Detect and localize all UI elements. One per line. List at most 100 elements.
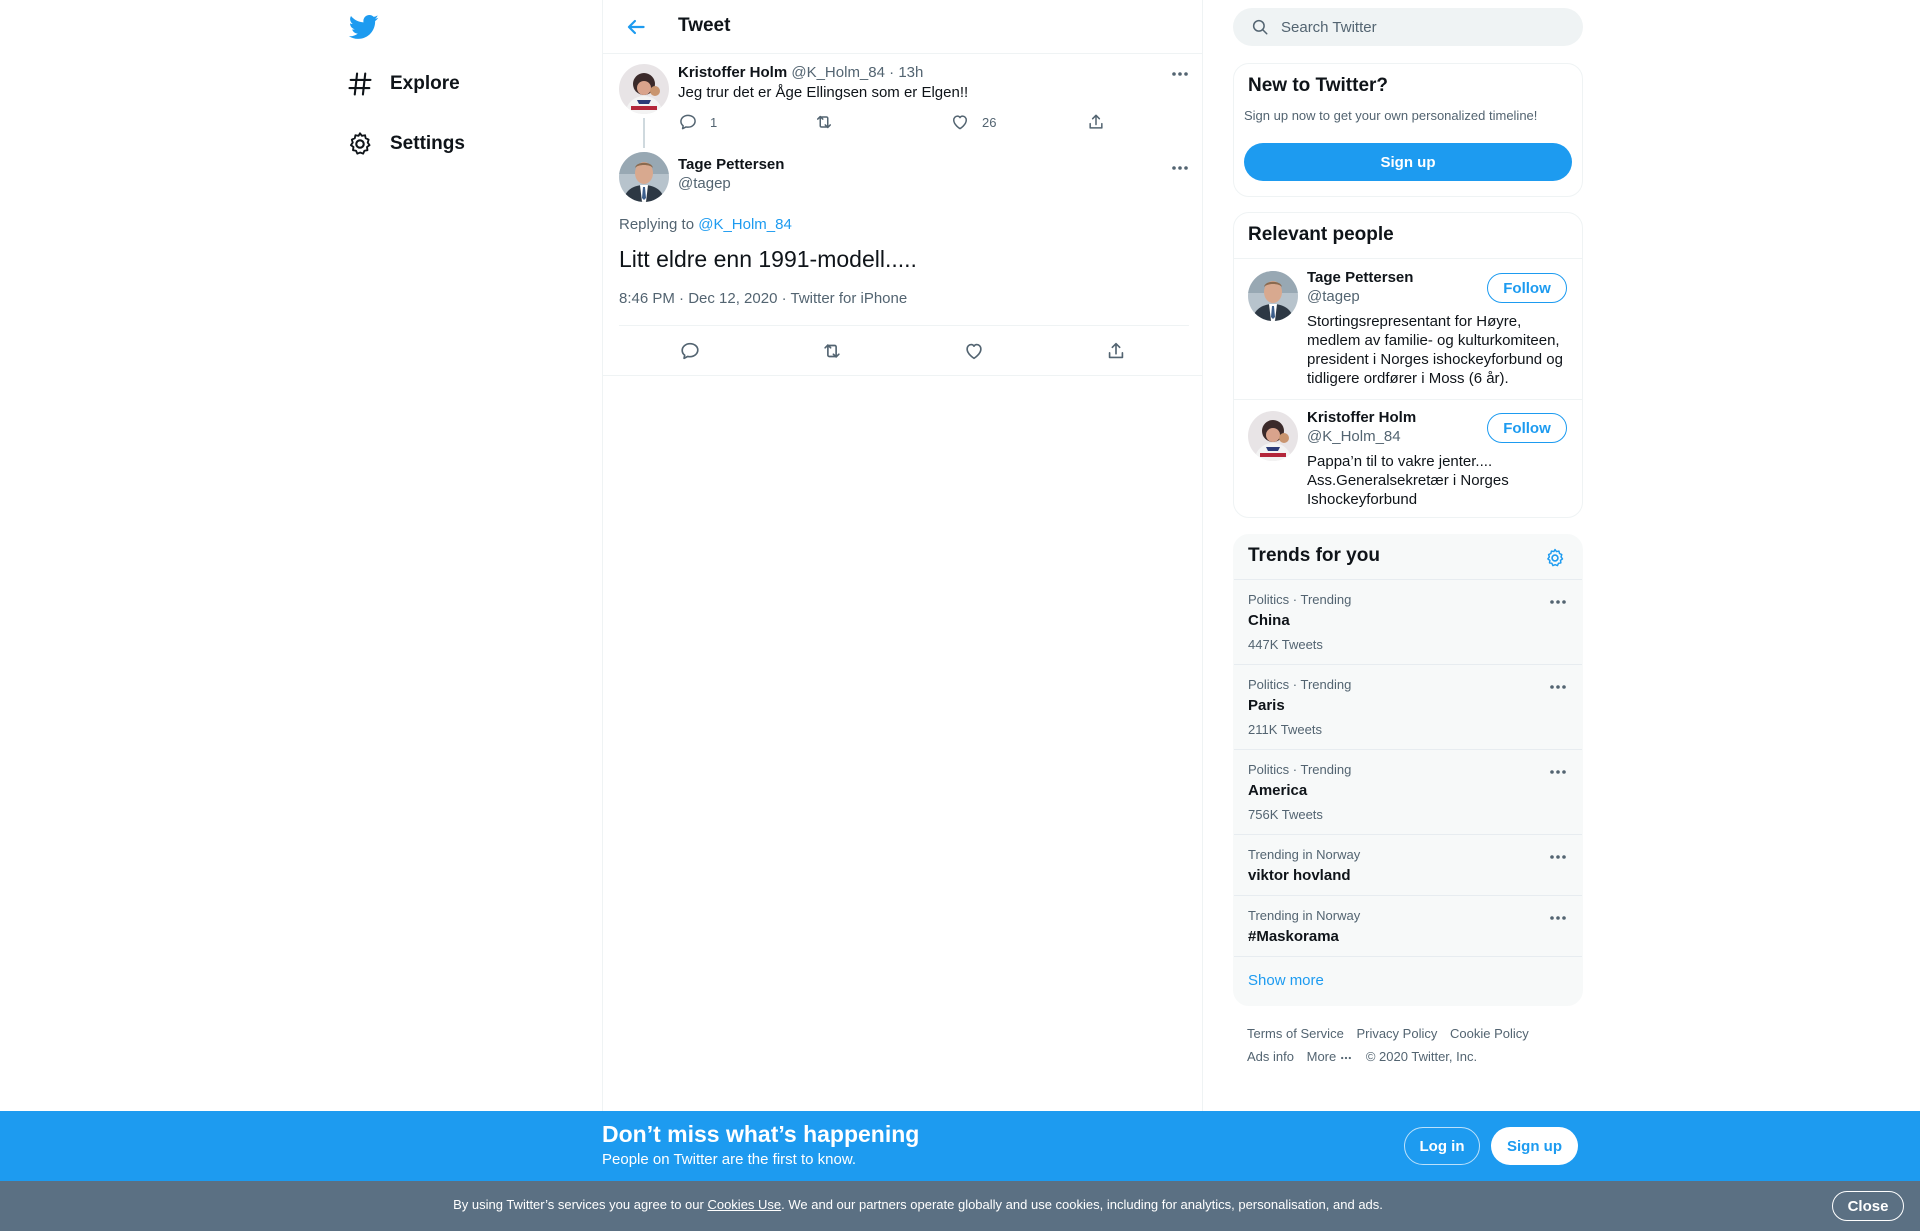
replying-to-line: Replying to @K_Holm_84 <box>619 216 792 233</box>
sign-up-button[interactable]: Sign up <box>1491 1127 1578 1165</box>
ellipsis-icon <box>1547 766 1569 778</box>
author-handle[interactable]: @K_Holm_84 <box>791 64 885 81</box>
person-name[interactable]: Tage Pettersen <box>1307 269 1413 286</box>
nav-item-settings[interactable]: Settings <box>346 124 465 164</box>
search-input[interactable] <box>1281 8 1571 46</box>
tweet-header: Kristoffer Holm @K_Holm_84 · 13h <box>678 64 923 81</box>
more-options-button[interactable] <box>1547 596 1569 608</box>
retweet-button[interactable] <box>814 112 834 132</box>
trend-name: America <box>1248 782 1308 799</box>
twitter-bird-icon[interactable] <box>348 12 380 42</box>
search-bar[interactable] <box>1233 8 1583 46</box>
more-options-button[interactable] <box>1169 162 1191 174</box>
magnifier-icon <box>1252 19 1268 35</box>
ellipsis-icon <box>1339 1054 1353 1062</box>
tweet-time[interactable]: 13h <box>898 64 923 81</box>
person-handle[interactable]: @K_Holm_84 <box>1307 428 1401 445</box>
like-button[interactable] <box>963 340 985 362</box>
ellipsis-icon <box>1547 681 1569 693</box>
tweet-actions <box>603 326 1202 376</box>
trend-item[interactable]: Politics · Trending America 756K Tweets <box>1234 749 1582 834</box>
person-name[interactable]: Kristoffer Holm <box>1307 409 1416 426</box>
reply-count: 1 <box>710 114 718 130</box>
copyright: © 2020 Twitter, Inc. <box>1365 1049 1478 1064</box>
parent-tweet[interactable]: Kristoffer Holm @K_Holm_84 · 13h Jeg tru… <box>603 54 1202 148</box>
replying-to-prefix: Replying to <box>619 216 699 233</box>
person-handle[interactable]: @tagep <box>1307 288 1360 305</box>
more-options-button[interactable] <box>1169 68 1191 80</box>
follow-button[interactable]: Follow <box>1487 413 1567 443</box>
author-handle[interactable]: @tagep <box>678 175 731 192</box>
trend-context: Politics · Trending <box>1248 762 1352 777</box>
trend-item[interactable]: Politics · Trending China 447K Tweets <box>1234 579 1582 664</box>
show-more-link[interactable]: Show more <box>1248 972 1324 989</box>
avatar[interactable] <box>619 64 669 114</box>
more-options-button[interactable] <box>1547 851 1569 863</box>
relevant-people-card: Relevant people Tage Pettersen @tagep Fo… <box>1233 212 1583 518</box>
trend-count: 756K Tweets <box>1248 807 1323 822</box>
trend-item[interactable]: Politics · Trending Paris 211K Tweets <box>1234 664 1582 749</box>
cookies-use-link[interactable]: Cookies Use <box>707 1197 781 1212</box>
card-title: Relevant people <box>1248 224 1394 245</box>
footer-link-cookies[interactable]: Cookie Policy <box>1450 1026 1529 1041</box>
trend-context: Trending in Norway <box>1248 847 1361 862</box>
avatar[interactable] <box>619 152 669 202</box>
footer-link-privacy[interactable]: Privacy Policy <box>1356 1026 1437 1041</box>
footer-link-more[interactable]: More <box>1307 1049 1354 1064</box>
main-column: Tweet Kristoffer Holm @K_Holm_84 · 13h J… <box>602 0 1203 1231</box>
footer-link-terms[interactable]: Terms of Service <box>1247 1026 1344 1041</box>
follow-button[interactable]: Follow <box>1487 273 1567 303</box>
sign-up-button[interactable]: Sign up <box>1244 143 1572 181</box>
card-title: New to Twitter? <box>1248 75 1389 96</box>
replying-to-link[interactable]: @K_Holm_84 <box>698 216 792 233</box>
avatar[interactable] <box>1248 271 1298 321</box>
retweet-arrows-icon <box>821 340 843 362</box>
more-options-button[interactable] <box>1547 681 1569 693</box>
trend-item[interactable]: Trending in Norway #Maskorama <box>1234 895 1582 956</box>
trend-context: Trending in Norway <box>1248 908 1361 923</box>
footer-link-ads[interactable]: Ads info <box>1247 1049 1294 1064</box>
cookie-consent-bar: By using Twitter’s services you agree to… <box>0 1181 1920 1231</box>
retweet-button[interactable] <box>821 340 843 362</box>
more-options-button[interactable] <box>1547 766 1569 778</box>
ellipsis-icon <box>1547 912 1569 924</box>
back-button[interactable] <box>623 14 649 40</box>
like-button[interactable]: 26 <box>950 112 996 132</box>
trends-card: Trends for you Politics · Trending China… <box>1233 534 1583 1006</box>
share-button[interactable] <box>1105 340 1127 362</box>
new-to-twitter-card: New to Twitter? Sign up now to get your … <box>1233 63 1583 197</box>
trend-context: Politics · Trending <box>1248 592 1352 607</box>
trends-settings-button[interactable] <box>1544 547 1566 569</box>
cookie-text-before: By using Twitter’s services you agree to… <box>453 1197 708 1212</box>
banner-title: Don’t miss what’s happening <box>602 1121 920 1147</box>
author-name[interactable]: Kristoffer Holm <box>678 64 787 81</box>
author-name[interactable]: Tage Pettersen <box>678 156 784 173</box>
more-options-button[interactable] <box>1547 912 1569 924</box>
trend-name: China <box>1248 612 1290 629</box>
heart-icon <box>950 112 970 132</box>
nav-label-explore: Explore <box>390 73 460 94</box>
reply-button[interactable]: 1 <box>678 112 717 132</box>
ellipsis-icon <box>1169 68 1191 80</box>
nav-label-settings: Settings <box>390 133 465 154</box>
close-button[interactable]: Close <box>1832 1191 1904 1221</box>
trend-name: viktor hovland <box>1248 867 1351 884</box>
card-title: Trends for you <box>1248 545 1380 566</box>
nav-item-explore[interactable]: Explore <box>346 64 460 104</box>
like-count: 26 <box>982 114 997 130</box>
tweet-timestamp[interactable]: 8:46 PM · Dec 12, 2020 · Twitter for iPh… <box>619 290 907 307</box>
reply-button[interactable] <box>679 340 701 362</box>
ellipsis-icon <box>1169 162 1191 174</box>
speech-bubble-icon <box>678 112 698 132</box>
log-in-button[interactable]: Log in <box>1404 1127 1480 1165</box>
trend-item[interactable]: Trending in Norway viktor hovland <box>1234 834 1582 895</box>
share-button[interactable] <box>1086 112 1106 132</box>
trend-count: 447K Tweets <box>1248 637 1323 652</box>
avatar[interactable] <box>1248 411 1298 461</box>
share-upload-icon <box>1086 112 1106 132</box>
arrow-left-icon <box>627 19 645 35</box>
trend-context: Politics · Trending <box>1248 677 1352 692</box>
footer-more-label: More <box>1306 1049 1337 1064</box>
card-subtitle: Sign up now to get your own personalized… <box>1244 108 1538 123</box>
heart-icon <box>963 340 985 362</box>
